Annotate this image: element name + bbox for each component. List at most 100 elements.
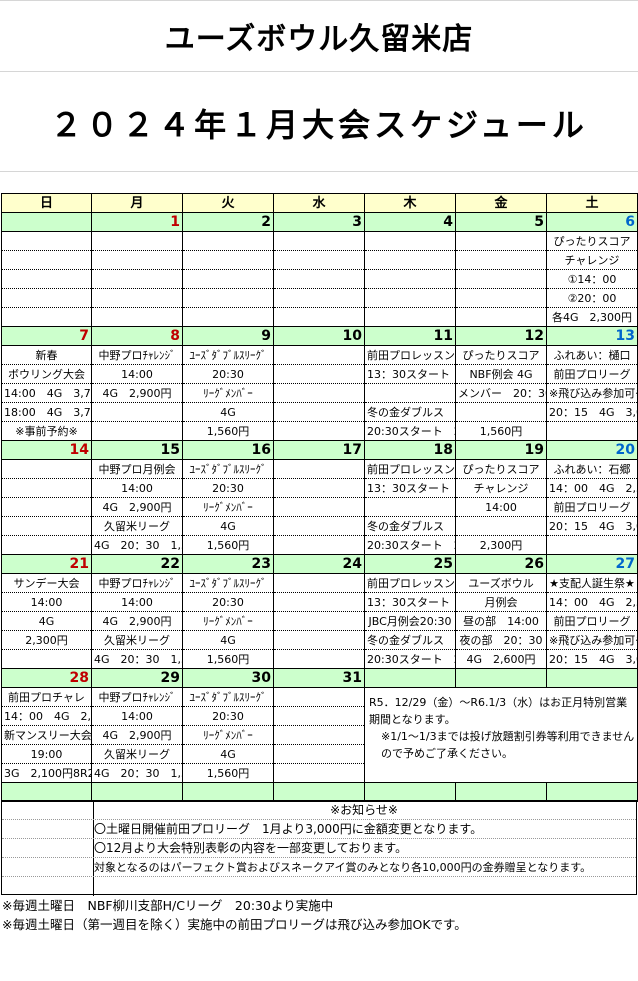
event-cell (364, 288, 456, 308)
date-cell (1, 782, 92, 802)
date-cell: 29 (91, 668, 183, 688)
event-cell: 14:00 4G 3,700円 (1, 383, 92, 403)
event-row: 2,300円久留米リーグ4G 冬の金ダブルス 4G夜の部 20：30※飛び込み参加… (1, 630, 638, 650)
date-cell: 6 (546, 212, 638, 232)
event-row: 4G 20：30 1,560円1,560円 20:30スタート 2,100円4G … (1, 649, 638, 669)
date-cell: 9 (182, 326, 274, 346)
event-cell: 4G 2,600円 (455, 649, 547, 669)
event-row: 4G 20：30 1,560円1,560円 20:30スタート 2,100円2,3… (1, 535, 638, 555)
event-cell: 13：30スタート 2,000円 (364, 478, 456, 498)
date-cell (455, 782, 547, 802)
date-cell: 22 (91, 554, 183, 574)
event-cell: 14：00 4G 2,300円 (546, 478, 638, 498)
weekday-wed: 水 (273, 193, 365, 213)
event-cell: メンバー 20：30 (455, 383, 547, 403)
event-cell (273, 383, 365, 403)
event-cell: 夜の部 20：30 (455, 630, 547, 650)
event-cell: 20:30 (182, 706, 274, 726)
date-cell (546, 782, 638, 802)
event-cell: 各4G 2,300円 (546, 307, 638, 327)
divider (0, 171, 638, 172)
event-cell (182, 307, 274, 327)
event-cell: ※飛び込み参加可※ (546, 630, 638, 650)
event-cell (1, 478, 92, 498)
event-cell (273, 231, 365, 251)
event-row: 中野プロ月例会ﾕｰｽﾞﾀﾞﾌﾞﾙｽﾘｰｸﾞ 前田プロレッスンリーグぴったりスコアふ… (1, 459, 638, 479)
event-cell: 14:00 (1, 592, 92, 612)
date-row: 14 15 16 17 18 19 20 (1, 440, 638, 460)
event-cell (182, 231, 274, 251)
event-row: チャレンジ (1, 250, 638, 270)
event-cell: 4G (182, 744, 274, 764)
date-row (1, 782, 638, 802)
event-cell: 前田プロリーグ (546, 611, 638, 631)
date-cell: 10 (273, 326, 365, 346)
event-cell: 前田プロリーグ (546, 364, 638, 384)
news-title: ※お知らせ※ (2, 801, 636, 820)
event-cell: ※飛び込み参加可※ (546, 383, 638, 403)
event-cell: ﾘｰｸﾞﾒﾝﾊﾞｰ (182, 383, 274, 403)
event-cell: 前田プロリーグ (546, 497, 638, 517)
event-cell: 前田プロレッスンリーグ (364, 459, 456, 479)
event-cell (364, 250, 456, 270)
event-cell: 14：00 4G 2,300円 (546, 592, 638, 612)
news-item: 〇土曜日開催前田プロリーグ 1月より3,000円に金額変更となります。 (2, 820, 636, 839)
news-box: ※お知らせ※ 〇土曜日開催前田プロリーグ 1月より3,000円に金額変更となりま… (1, 800, 637, 896)
event-cell: 1,560円 (182, 649, 274, 669)
event-cell: 20:30スタート 2,100円 (364, 649, 456, 669)
event-row: 前田プロチャレ 中野プロﾁｬﾚﾝｼﾞ ﾕｰｽﾞﾀﾞﾌﾞﾙｽﾘｰｸﾞ R5．12/29（… (1, 687, 638, 783)
event-cell (1, 250, 92, 270)
event-cell (546, 421, 638, 441)
footer-notes: ※毎週土曜日 NBF柳川支部H/Cリーグ 20:30より実施中 ※毎週土曜日（第… (2, 896, 636, 934)
event-cell (182, 250, 274, 270)
event-cell: 4G (182, 516, 274, 536)
date-cell (91, 782, 183, 802)
event-cell (182, 269, 274, 289)
store-name: ユーズボウル久留米店 (164, 22, 474, 57)
event-cell (273, 687, 365, 707)
date-cell: 13 (546, 326, 638, 346)
event-cell: 月例会 (455, 592, 547, 612)
event-cell: 冬の金ダブルス 4G (364, 402, 456, 422)
event-cell (1, 269, 92, 289)
event-cell (364, 307, 456, 327)
event-cell: 14:00 (91, 364, 183, 384)
event-cell: ぴったりスコア (546, 231, 638, 251)
event-cell (1, 649, 92, 669)
event-cell (364, 231, 456, 251)
event-cell: 18:00 4G 3,700円 (1, 402, 92, 422)
calendar-table: 日月火水木金土 1 2 3 4 5 6 ぴったりスコア チャレンジ ①14：00 ②20：00 各4G… (1, 193, 638, 802)
event-cell (273, 497, 365, 517)
event-cell (91, 307, 183, 327)
event-cell: 冬の金ダブルス 4G (364, 630, 456, 650)
event-cell (273, 706, 365, 726)
date-cell (455, 668, 547, 688)
event-cell: 冬の金ダブルス 4G (364, 516, 456, 536)
event-cell (273, 725, 365, 745)
event-cell: ①14：00 (546, 269, 638, 289)
date-cell: 31 (273, 668, 365, 688)
event-cell (364, 497, 456, 517)
event-cell (455, 402, 547, 422)
event-cell (273, 516, 365, 536)
holiday-note: R5．12/29（金）～R6.1/3（水）はお正月特別営業期間となります。 ※1/… (364, 687, 638, 783)
event-cell: 1,560円 (182, 535, 274, 555)
event-cell: 中野プロﾁｬﾚﾝｼﾞ (91, 345, 183, 365)
event-cell: 4G 2,900円 (91, 383, 183, 403)
weekday-sun: 日 (1, 193, 92, 213)
schedule-title: ２０２４年１月大会スケジュール (50, 106, 588, 144)
news-item: 〇12月より大会特別表彰の内容を一部変更しております。 (2, 839, 636, 858)
weekday-tue: 火 (182, 193, 274, 213)
event-cell: 昼の部 14:00 (455, 611, 547, 631)
event-cell (273, 459, 365, 479)
event-cell: 20：15 4G 3,000円 (546, 516, 638, 536)
event-cell: 久留米リーグ (91, 516, 183, 536)
event-cell (91, 231, 183, 251)
date-cell (273, 782, 365, 802)
event-cell (273, 649, 365, 669)
event-cell (364, 383, 456, 403)
date-row: 7 8 9 10 11 12 13 (1, 326, 638, 346)
event-cell: 前田プロレッスンリーグ (364, 573, 456, 593)
event-cell: 1,560円 (182, 421, 274, 441)
holiday-note-line: R5．12/29（金）～R6.1/3（水）はお正月特別営業期間となります。 (369, 696, 628, 726)
